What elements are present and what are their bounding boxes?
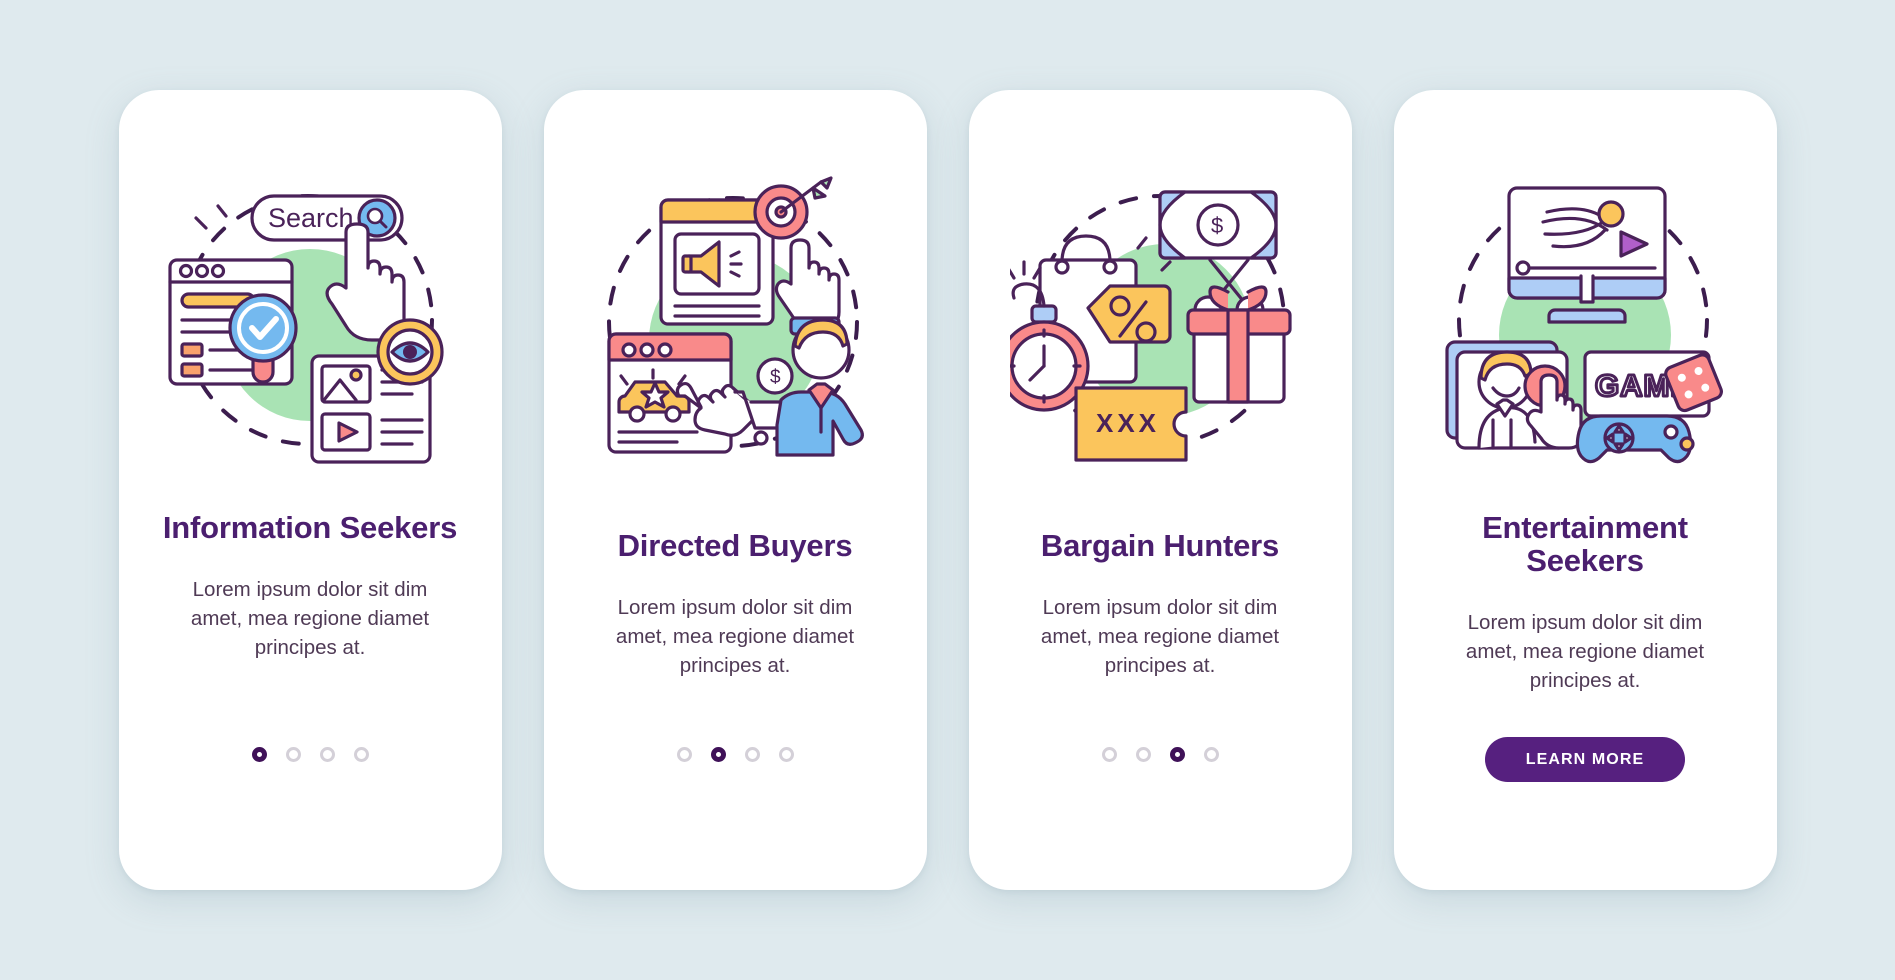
pagination-dot-3[interactable] bbox=[744, 747, 760, 762]
pagination-dots bbox=[544, 747, 927, 762]
page-title: Information Seekers bbox=[162, 510, 458, 545]
onboarding-card-information-seekers: Search Information Seekers Lorem ipsum d… bbox=[118, 90, 502, 890]
page-description: Lorem ipsum dolor sit dim amet, mea regi… bbox=[615, 595, 855, 678]
directed-buyers-illustration: $ bbox=[585, 170, 885, 470]
pagination-dot-4[interactable] bbox=[1203, 747, 1219, 762]
pagination-dot-3[interactable] bbox=[319, 747, 335, 762]
pagination-dot-2[interactable] bbox=[285, 747, 301, 762]
pagination-dot-1[interactable] bbox=[1101, 747, 1117, 762]
pagination-dot-1[interactable] bbox=[676, 747, 692, 762]
svg-text:Search: Search bbox=[268, 203, 354, 233]
svg-text:$: $ bbox=[770, 367, 781, 388]
page-description: Lorem ipsum dolor sit dim amet, mea regi… bbox=[1465, 610, 1705, 692]
pagination-dot-1[interactable] bbox=[251, 747, 267, 762]
pagination-dot-4[interactable] bbox=[353, 747, 369, 762]
onboarding-card-bargain-hunters: $ XXX Bargain Hunters Lorem ipsum dolor … bbox=[968, 90, 1352, 890]
page-title: Directed Buyers bbox=[617, 528, 853, 563]
onboarding-card-directed-buyers: $ Directed Buyers Lorem ipsum dolor sit … bbox=[543, 90, 927, 890]
pagination-dot-2[interactable] bbox=[1135, 747, 1151, 762]
entertainment-seekers-illustration: GAME bbox=[1435, 170, 1735, 470]
onboarding-screens: Search Information Seekers Lorem ipsum d… bbox=[0, 0, 1895, 980]
page-description: Lorem ipsum dolor sit dim amet, mea regi… bbox=[1040, 595, 1280, 678]
pagination-dots bbox=[119, 747, 502, 762]
page-title: Bargain Hunters bbox=[1040, 528, 1280, 563]
pagination-dot-3[interactable] bbox=[1169, 747, 1185, 762]
information-seekers-illustration: Search bbox=[160, 170, 460, 470]
svg-text:XXX: XXX bbox=[1096, 408, 1160, 438]
pagination-dot-2[interactable] bbox=[710, 747, 726, 762]
page-description: Lorem ipsum dolor sit dim amet, mea regi… bbox=[190, 577, 430, 660]
bargain-hunters-illustration: $ XXX bbox=[1010, 170, 1310, 470]
pagination-dot-4[interactable] bbox=[778, 747, 794, 762]
svg-text:$: $ bbox=[1211, 213, 1223, 238]
page-title: Entertainment Seekers bbox=[1482, 510, 1688, 578]
learn-more-button[interactable]: LEARN MORE bbox=[1485, 737, 1685, 782]
onboarding-card-entertainment-seekers: GAME Entertainment Seekers Lorem ipsum d… bbox=[1393, 90, 1777, 890]
pagination-dots bbox=[969, 747, 1352, 762]
